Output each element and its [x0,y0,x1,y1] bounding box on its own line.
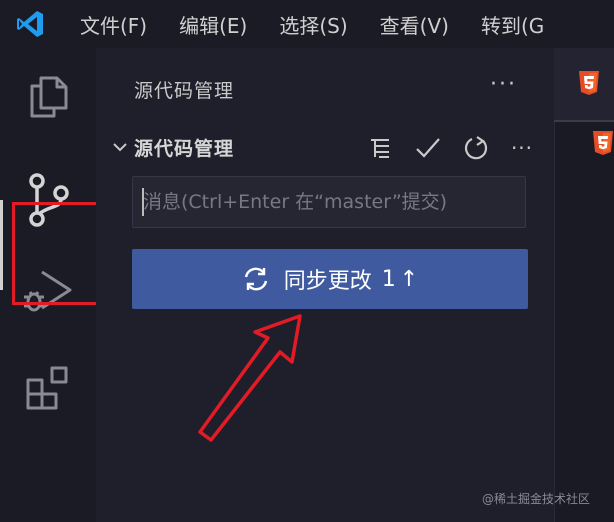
html5-icon [579,71,599,95]
sync-label: 同步更改 [283,269,372,294]
view-as-tree-icon [371,139,389,158]
active-indicator [0,200,3,290]
extensions-icon [26,366,68,410]
watermark: @稀土掘金技术社区 [482,492,591,506]
highlight-box [12,202,107,305]
menu-bar: 文件(F) 编辑(E) 选择(S) 查看(V) 转到(G [0,0,614,48]
menu-view[interactable]: 查看(V) [380,10,449,39]
sync-changes-button[interactable]: 同步更改 1 ↑ [132,249,528,309]
more-actions-button[interactable]: ··· [506,132,538,164]
menu-go[interactable]: 转到(G [481,10,544,39]
commit-button[interactable] [412,132,444,164]
commit-check-icon [416,138,440,158]
section-header[interactable]: 源代码管理 [110,134,234,160]
view-as-tree-button[interactable] [364,132,396,164]
activity-explorer[interactable] [0,48,96,144]
section-title: 源代码管理 [134,137,235,160]
sidebar: 源代码管理 ··· 源代码管理 ··· 同步更改 1 ↑ [96,48,554,522]
tab-underline [554,120,614,122]
menu-selection[interactable]: 选择(S) [279,10,347,39]
activity-bar [0,48,107,522]
menu-file[interactable]: 文件(F) [80,10,147,39]
up-arrow-icon: ↑ [399,266,419,292]
editor-tab[interactable] [554,48,614,120]
sidebar-more-button[interactable]: ··· [490,72,517,97]
commit-message-input[interactable] [132,176,526,228]
sync-count: 1 [381,266,396,292]
refresh-icon [464,136,488,160]
text-caret [142,188,144,216]
sync-icon [244,267,267,291]
menu-edit[interactable]: 编辑(E) [179,10,247,39]
vscode-logo-icon [6,0,54,48]
refresh-button[interactable] [460,132,492,164]
html5-icon [593,131,613,155]
editor-area [554,48,614,522]
activity-extensions[interactable] [0,340,96,436]
explorer-icon [30,76,68,118]
chevron-down-icon [110,137,130,157]
sidebar-title: 源代码管理 [134,80,235,102]
